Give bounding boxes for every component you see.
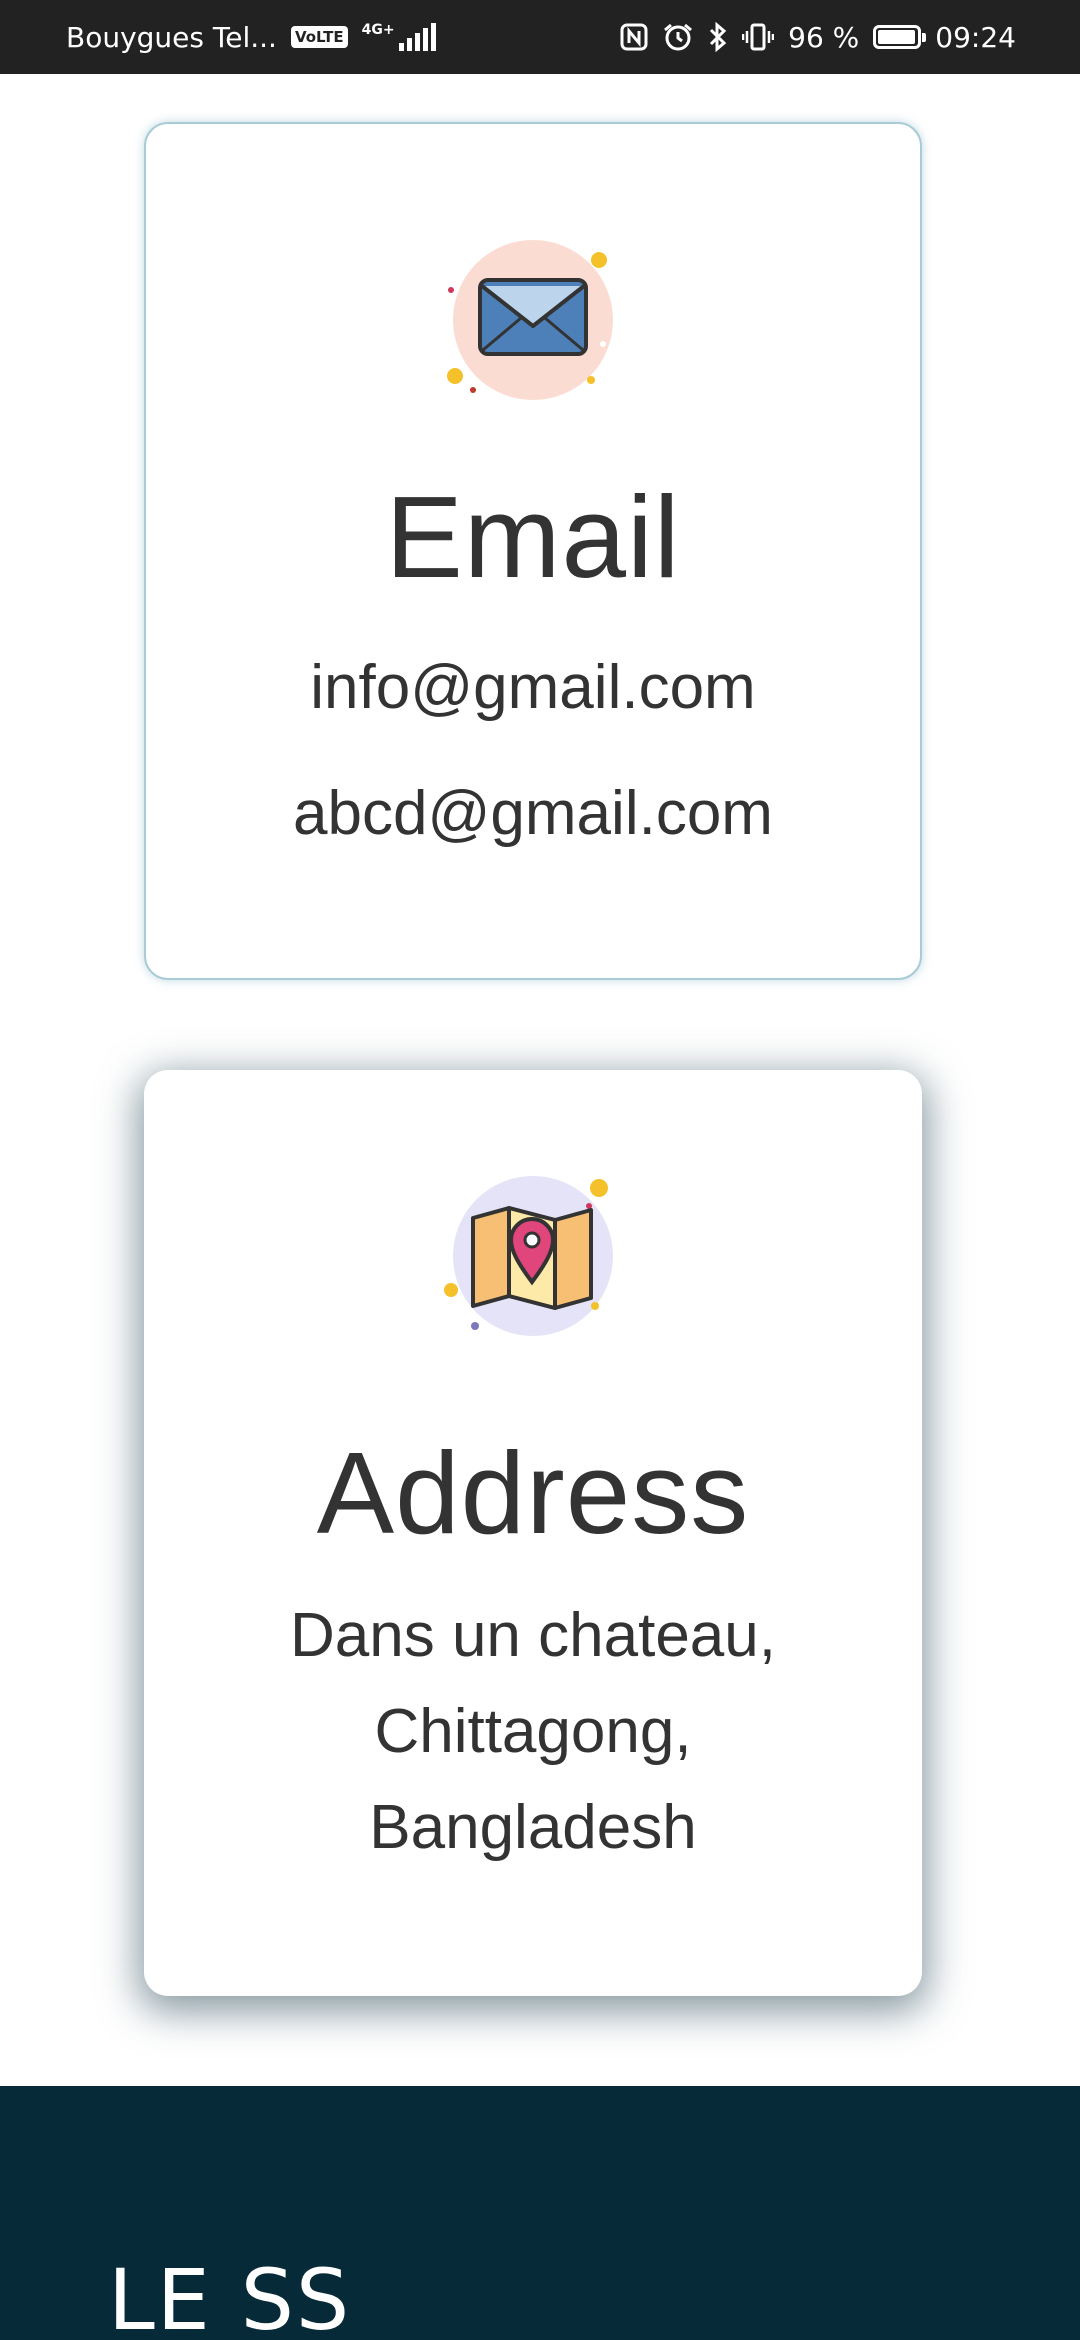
address-line-3: Bangladesh: [369, 1793, 697, 1862]
address-card: Address Dans un chateau, Chittagong, Ban…: [144, 1070, 922, 1996]
clock: 09:24: [935, 20, 1016, 54]
battery-level: [878, 30, 915, 44]
status-bar-left: Bouygues Tel... VoLTE 4G+: [66, 21, 436, 54]
battery-percent: 96 %: [788, 20, 860, 54]
battery-icon: [873, 25, 927, 49]
carrier-name: Bouygues Tel...: [66, 20, 277, 54]
envelope-icon: [447, 240, 613, 400]
email-address-1[interactable]: info@gmail.com: [146, 648, 920, 728]
address-title: Address: [316, 1428, 750, 1558]
signal-indicator: 4G+: [362, 23, 436, 51]
alarm-icon: [662, 22, 694, 52]
volte-badge: VoLTE: [290, 26, 348, 48]
network-type: 4G+: [361, 22, 395, 38]
map-pin-icon: [444, 1176, 613, 1336]
bluetooth-icon: [708, 22, 728, 52]
signal-icon: [398, 23, 436, 51]
vibrate-icon: [742, 22, 775, 52]
address-line-1: Dans un chateau,: [289, 1601, 776, 1670]
status-bar-right: 96 % 09:24: [620, 21, 1016, 54]
email-address-2[interactable]: abcd@gmail.com: [146, 774, 920, 854]
footer: LE SS: [0, 2086, 1080, 2340]
footer-title: LE SS: [108, 2251, 352, 2340]
nfc-icon: [620, 23, 648, 51]
email-title: Email: [385, 472, 681, 602]
address-line-2: Chittagong,: [374, 1697, 692, 1766]
status-bar: Bouygues Tel... VoLTE 4G+ 96 % 09:24: [0, 0, 1080, 74]
email-card: Email info@gmail.com abcd@gmail.com: [144, 122, 922, 980]
